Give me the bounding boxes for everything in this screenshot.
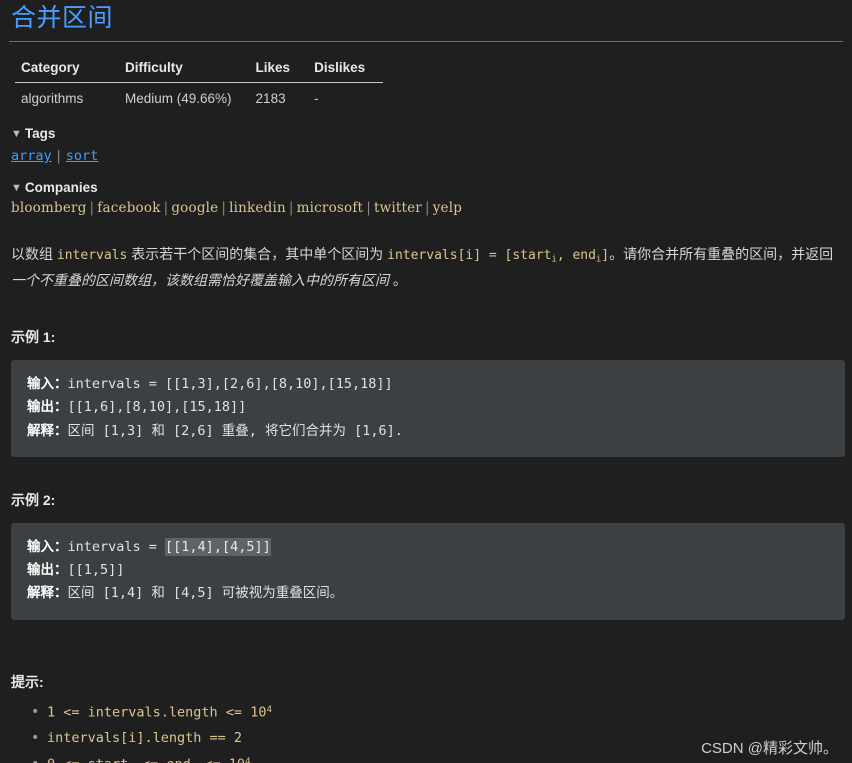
hint-3-text-a: 0 <= start: [47, 757, 128, 763]
example-2-input-value: intervals =: [67, 538, 166, 555]
desc-emphasis: 一个不重叠的区间数组，该数组需恰好覆盖输入中的所有区间: [11, 272, 389, 289]
cell-difficulty: Medium (49.66%): [125, 91, 232, 106]
company-separator: |: [89, 200, 95, 217]
company-google[interactable]: google: [171, 200, 218, 216]
code-pre: intervals[i] = [start: [387, 248, 552, 264]
cell-category: algorithms: [21, 91, 84, 106]
code-mid: , end: [556, 248, 596, 264]
table-row: algorithms Medium (49.66%) 2183 -: [15, 83, 383, 113]
hint-3-exponent: 4: [245, 756, 251, 763]
column-header-dislikes: Dislikes: [308, 56, 384, 83]
table-header-row: Category Difficulty Likes Dislikes: [15, 56, 384, 83]
chevron-down-icon: ▼: [11, 128, 22, 140]
company-bloomberg[interactable]: bloomberg: [11, 200, 87, 216]
example-2-codeblock: 输入：intervals = [[1,4],[4,5]] 输出：[[1,5]] …: [11, 522, 845, 620]
tags-list: array | sort: [11, 146, 843, 166]
hint-1-exponent: 4: [266, 703, 272, 715]
company-separator: |: [288, 200, 294, 217]
companies-list: bloomberg | facebook | google | linkedin | micro…: [11, 200, 843, 216]
example-1-explain-value: 区间 [1,3] 和 [2,6] 重叠, 将它们合并为 [1,6].: [67, 422, 403, 439]
company-twitter[interactable]: twitter: [374, 200, 422, 216]
company-separator: |: [221, 200, 227, 217]
problem-meta-table: Category Difficulty Likes Dislikes algor…: [15, 56, 384, 113]
example-1-output-value: [[1,6],[8,10],[15,18]]: [67, 399, 247, 416]
column-header-difficulty: Difficulty: [119, 56, 250, 83]
company-facebook[interactable]: facebook: [97, 200, 160, 216]
desc-text-4: 。: [389, 272, 407, 289]
hints-heading: 提示:: [11, 673, 44, 690]
hint-3-text-b: <= end: [134, 757, 191, 763]
csdn-watermark: CSDN @精彩文帅。: [701, 740, 838, 757]
example-2-output-value: [[1,5]]: [67, 562, 125, 579]
title-divider: [9, 41, 843, 42]
example-1-codeblock: 输入：intervals = [[1,3],[2,6],[8,10],[15,1…: [11, 360, 845, 457]
example-1-explain-label: 解释：: [27, 422, 68, 439]
example-2-input-highlight: [[1,4],[4,5]]: [165, 537, 271, 556]
column-header-category: Category: [15, 56, 119, 83]
company-yelp[interactable]: yelp: [433, 200, 462, 216]
cell-likes: 2183: [255, 91, 286, 106]
desc-text-1: 以数组: [11, 246, 57, 263]
tags-section-label: Tags: [24, 126, 56, 141]
example-2-output-label: 输出：: [27, 562, 68, 579]
inline-code-intervals: intervals: [56, 248, 128, 264]
tag-separator: |: [54, 148, 63, 164]
example-2-explain-label: 解释：: [27, 585, 68, 602]
company-linkedin[interactable]: linkedin: [229, 200, 286, 216]
tag-link-array[interactable]: array: [11, 148, 52, 164]
example-1-output-label: 输出：: [27, 399, 68, 416]
example-1-input-value: intervals = [[1,3],[2,6],[8,10],[15,18]]: [67, 376, 393, 393]
company-separator: |: [163, 200, 169, 217]
hint-1-text: 1 <= intervals.length <= 10: [47, 704, 267, 721]
code-post: ]: [601, 248, 610, 264]
tags-section-header[interactable]: ▼ Tags: [11, 126, 843, 141]
example-1-input-label: 输入：: [27, 376, 68, 393]
example-2-input-label: 输入：: [27, 538, 68, 555]
list-item: 1 <= intervals.length <= 104: [31, 703, 843, 721]
problem-page: 合并区间 Category Difficulty Likes Dislikes …: [0, 3, 852, 763]
tags-section: ▼ Tags array | sort: [9, 126, 843, 166]
company-separator: |: [366, 200, 371, 217]
column-header-likes: Likes: [249, 56, 309, 83]
example-2-heading: 示例 2:: [11, 491, 56, 508]
example-2-explain-value: 区间 [1,4] 和 [4,5] 可被视为重叠区间。: [67, 585, 344, 602]
problem-description: 以数组 intervals 表示若干个区间的集合，其中单个区间为 interva…: [11, 242, 841, 294]
inline-code-interval-def: intervals[i] = [starti, endi]: [387, 248, 610, 264]
example-1-heading: 示例 1:: [11, 329, 56, 346]
company-microsoft[interactable]: microsoft: [297, 200, 364, 216]
chevron-down-icon: ▼: [11, 182, 22, 195]
company-separator: |: [424, 200, 430, 217]
companies-section: ▼ Companies bloomberg | facebook | google | lin…: [9, 180, 843, 216]
cell-dislikes: -: [314, 91, 319, 106]
tag-link-sort[interactable]: sort: [66, 148, 99, 164]
hint-3-text-c: <= 10: [196, 757, 245, 763]
companies-section-header[interactable]: ▼ Companies: [11, 180, 843, 195]
hint-2-text: intervals[i].length == 2: [47, 730, 243, 747]
desc-text-2: 表示若干个区间的集合，其中单个区间为: [127, 246, 388, 263]
page-title: 合并区间: [11, 4, 114, 32]
companies-section-label: Companies: [24, 180, 98, 196]
desc-text-3: 。请你合并所有重叠的区间，并返回: [609, 246, 834, 263]
